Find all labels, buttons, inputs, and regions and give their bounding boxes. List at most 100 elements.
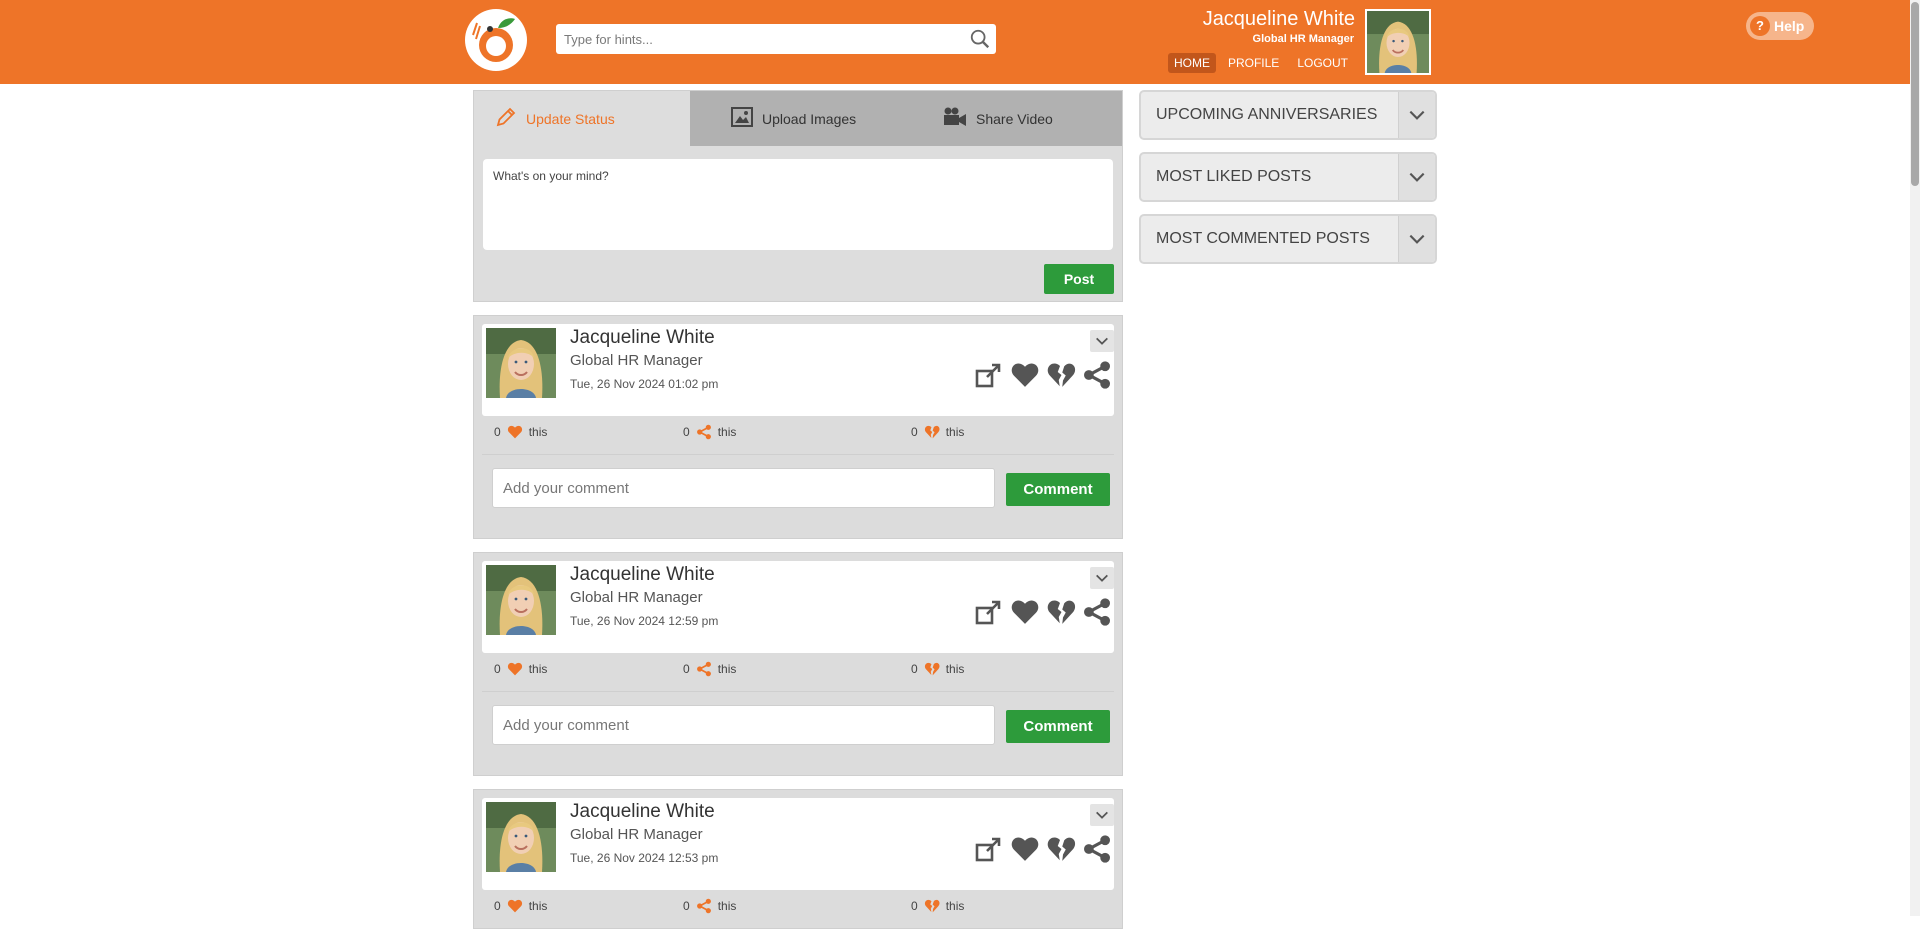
help-label: Help	[1774, 18, 1805, 34]
composer-tabs: Update Status Upload Images Share Video	[474, 91, 1122, 146]
divider	[482, 454, 1114, 455]
widget-most-commented-posts[interactable]: MOST COMMENTED POSTS	[1139, 214, 1437, 264]
search-icon[interactable]	[969, 28, 991, 55]
post-card: Jacqueline White Global HR Manager Tue, …	[473, 315, 1123, 539]
widget-upcoming-anniversaries[interactable]: UPCOMING ANNIVERSARIES	[1139, 90, 1437, 140]
shares-stat[interactable]: 0 this	[683, 424, 736, 440]
comment-input-wrap	[492, 705, 995, 745]
comment-button[interactable]: Comment	[1006, 710, 1110, 743]
comment-input[interactable]	[493, 469, 994, 507]
likes-label: this	[528, 425, 548, 439]
nav-logout[interactable]: LOGOUT	[1291, 53, 1354, 73]
post-author-role: Global HR Manager	[570, 589, 703, 606]
buzz-logo[interactable]	[465, 9, 527, 71]
search-bar	[556, 24, 996, 54]
nav-profile[interactable]: PROFILE	[1222, 53, 1285, 73]
shares-stat[interactable]: 0 this	[683, 898, 736, 914]
heart-icon[interactable]	[1010, 597, 1040, 632]
chevron-down-icon	[1407, 105, 1427, 125]
post-button[interactable]: Post	[1044, 264, 1114, 294]
heart-icon	[507, 661, 523, 677]
share-external-icon[interactable]	[974, 834, 1004, 869]
main-nav: HOME PROFILE LOGOUT	[1167, 53, 1354, 73]
post-actions	[974, 360, 1112, 395]
search-input[interactable]	[556, 24, 946, 54]
tab-upload-images[interactable]: Upload Images	[710, 91, 910, 146]
nav-home[interactable]: HOME	[1167, 53, 1216, 73]
shares-count: 0	[683, 899, 690, 913]
heart-icon[interactable]	[1010, 834, 1040, 869]
post-author-role: Global HR Manager	[570, 352, 703, 369]
comment-input-wrap	[492, 468, 995, 508]
dislikes-stat[interactable]: 0 this	[911, 898, 964, 914]
tab-upload-images-label: Upload Images	[762, 110, 857, 127]
shares-label: this	[717, 425, 737, 439]
broken-heart-icon[interactable]	[1046, 834, 1076, 869]
dislikes-count: 0	[911, 899, 918, 913]
chevron-down-icon	[1407, 167, 1427, 187]
header-user-name: Jacqueline White	[1202, 8, 1355, 30]
post-timestamp: Tue, 26 Nov 2024 12:53 pm	[570, 851, 719, 865]
likes-stat[interactable]: 0 this	[494, 424, 547, 440]
likes-stat[interactable]: 0 this	[494, 898, 547, 914]
status-textarea[interactable]	[483, 159, 1113, 250]
widget-most-liked-posts[interactable]: MOST LIKED POSTS	[1139, 152, 1437, 202]
post-card: Jacqueline White Global HR Manager Tue, …	[473, 789, 1123, 929]
post-author-role: Global HR Manager	[570, 826, 703, 843]
shares-label: this	[717, 899, 737, 913]
share-external-icon[interactable]	[974, 597, 1004, 632]
post-options-toggle[interactable]	[1090, 330, 1114, 352]
tab-share-video-label: Share Video	[976, 110, 1053, 127]
status-textarea-wrap	[483, 159, 1113, 250]
share-icon[interactable]	[1082, 597, 1112, 632]
broken-heart-icon[interactable]	[1046, 360, 1076, 395]
post-card: Jacqueline White Global HR Manager Tue, …	[473, 552, 1123, 776]
post-author-avatar[interactable]	[486, 328, 556, 398]
post-author-name[interactable]: Jacqueline White	[570, 327, 715, 349]
post-author-avatar[interactable]	[486, 802, 556, 872]
tab-update-status-label: Update Status	[526, 110, 615, 127]
post-options-toggle[interactable]	[1090, 567, 1114, 589]
top-bar: Jacqueline White Global HR Manager HOME …	[0, 0, 1920, 84]
chevron-down-icon	[1407, 229, 1427, 249]
shares-stat[interactable]: 0 this	[683, 661, 736, 677]
post-stats: 0 this 0 this 0 this	[474, 898, 1122, 920]
comment-input[interactable]	[493, 706, 994, 744]
broken-heart-icon[interactable]	[1046, 597, 1076, 632]
dislikes-label: this	[945, 662, 965, 676]
broken-heart-icon	[924, 424, 940, 440]
share-external-icon[interactable]	[974, 360, 1004, 395]
header-avatar[interactable]	[1365, 9, 1431, 75]
tab-update-status[interactable]: Update Status	[474, 91, 690, 146]
dislikes-count: 0	[911, 662, 918, 676]
likes-label: this	[528, 899, 548, 913]
post-author-avatar[interactable]	[486, 565, 556, 635]
scrollbar-thumb[interactable]	[1911, 2, 1919, 186]
help-button[interactable]: ? Help	[1746, 12, 1815, 40]
likes-label: this	[528, 662, 548, 676]
likes-stat[interactable]: 0 this	[494, 661, 547, 677]
share-icon	[696, 424, 712, 440]
widget-title: MOST LIKED POSTS	[1156, 168, 1312, 185]
widget-toggle[interactable]	[1398, 216, 1435, 262]
dislikes-stat[interactable]: 0 this	[911, 661, 964, 677]
post-options-toggle[interactable]	[1090, 804, 1114, 826]
share-icon[interactable]	[1082, 360, 1112, 395]
likes-count: 0	[494, 662, 501, 676]
comment-button[interactable]: Comment	[1006, 473, 1110, 506]
post-actions	[974, 834, 1112, 869]
heart-icon[interactable]	[1010, 360, 1040, 395]
post-header: Jacqueline White Global HR Manager Tue, …	[482, 324, 1114, 416]
broken-heart-icon	[924, 661, 940, 677]
widget-toggle[interactable]	[1398, 154, 1435, 200]
widget-title: UPCOMING ANNIVERSARIES	[1156, 106, 1378, 123]
widget-toggle[interactable]	[1398, 92, 1435, 138]
page-scrollbar[interactable]	[1910, 0, 1920, 916]
dislikes-stat[interactable]: 0 this	[911, 424, 964, 440]
likes-count: 0	[494, 899, 501, 913]
post-author-name[interactable]: Jacqueline White	[570, 801, 715, 823]
share-icon[interactable]	[1082, 834, 1112, 869]
post-author-name[interactable]: Jacqueline White	[570, 564, 715, 586]
tab-share-video[interactable]: Share Video	[922, 91, 1122, 146]
divider	[482, 691, 1114, 692]
